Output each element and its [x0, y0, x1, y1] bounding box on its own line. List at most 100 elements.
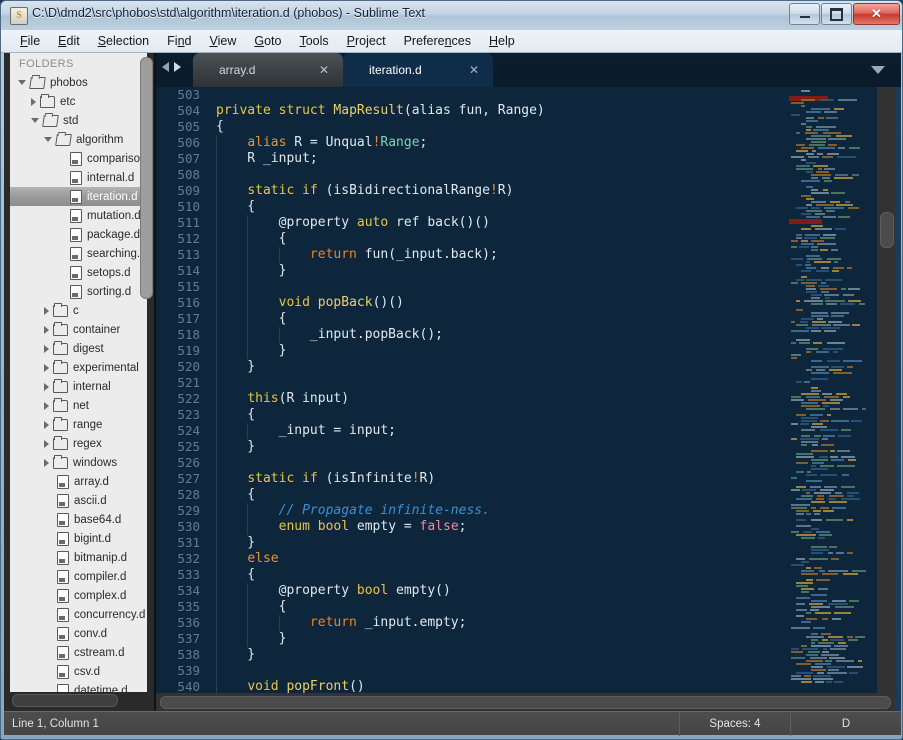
menu-item-goto[interactable]: Goto	[245, 32, 290, 50]
chevron-right-icon[interactable]	[44, 325, 49, 334]
minimap-line	[789, 243, 871, 245]
tree-file-row[interactable]: concurrency.d	[10, 605, 147, 624]
chevron-right-icon[interactable]	[31, 97, 36, 106]
minimap-token	[801, 240, 809, 242]
chevron-right-icon[interactable]	[44, 382, 49, 391]
minimap-token	[796, 597, 810, 599]
tree-folder-row[interactable]: internal	[10, 377, 147, 396]
menu-item-view[interactable]: View	[200, 32, 245, 50]
tree-folder-row[interactable]: c	[10, 301, 147, 320]
tree-folder-row[interactable]: regex	[10, 434, 147, 453]
file-icon	[57, 683, 69, 692]
tree-file-row[interactable]: complex.d	[10, 586, 147, 605]
tree-folder-row[interactable]: algorithm	[10, 130, 147, 149]
tree-file-row[interactable]: setops.d	[10, 263, 147, 282]
tree-folder-row[interactable]: net	[10, 396, 147, 415]
tree-folder-row[interactable]: experimental	[10, 358, 147, 377]
tab-prev-icon[interactable]	[162, 62, 169, 72]
minimap-token	[791, 102, 805, 104]
tree-file-row[interactable]: mutation.d	[10, 206, 147, 225]
tree-file-row[interactable]: ascii.d	[10, 491, 147, 510]
line-number: 523	[177, 407, 200, 422]
sidebar-horizontal-scrollbar[interactable]	[12, 694, 118, 707]
editor-tab[interactable]: array.d ✕	[193, 53, 343, 87]
tree-file-row[interactable]: searching.d	[10, 244, 147, 263]
tab-close-icon[interactable]: ✕	[469, 64, 479, 76]
chevron-down-icon[interactable]	[31, 118, 39, 123]
editor-vertical-scrollbar-thumb[interactable]	[880, 212, 894, 248]
editor-horizontal-scrollbar[interactable]	[156, 693, 895, 711]
tree-item-label: c	[73, 304, 79, 317]
editor-vertical-scrollbar[interactable]	[877, 87, 895, 693]
menu-item-tools[interactable]: Tools	[290, 32, 337, 50]
tree-folder-row[interactable]: container	[10, 320, 147, 339]
tree-folder-row[interactable]: phobos	[10, 73, 147, 92]
minimap-token	[791, 627, 811, 629]
minimap-line	[789, 201, 871, 203]
tree-folder-row[interactable]: etc	[10, 92, 147, 111]
tree-folder-row[interactable]: windows	[10, 453, 147, 472]
close-button[interactable]: ✕	[853, 3, 900, 25]
minimap-token	[841, 486, 855, 488]
tree-file-row[interactable]: iteration.d	[10, 187, 147, 206]
minimap-token	[796, 582, 813, 584]
tab-close-icon[interactable]: ✕	[319, 64, 329, 76]
chevron-right-icon[interactable]	[44, 401, 49, 410]
tree-file-row[interactable]: conv.d	[10, 624, 147, 643]
minimap[interactable]	[789, 87, 871, 693]
tree-file-row[interactable]: sorting.d	[10, 282, 147, 301]
minimap-line	[789, 462, 871, 464]
minimap-token	[801, 591, 809, 593]
tree-file-row[interactable]: csv.d	[10, 662, 147, 681]
menu-item-selection[interactable]: Selection	[89, 32, 158, 50]
tree-file-row[interactable]: comparison.d	[10, 149, 147, 168]
tree-file-row[interactable]: bigint.d	[10, 529, 147, 548]
syntax-status[interactable]: D	[790, 711, 901, 736]
minimap-token	[806, 120, 818, 122]
minimap-token	[806, 153, 814, 155]
minimap-token	[836, 393, 847, 395]
minimap-line	[789, 309, 871, 311]
minimap-token	[827, 552, 834, 554]
chevron-down-icon[interactable]	[871, 66, 885, 74]
code-text: _input = input;	[216, 423, 397, 438]
minimap-token	[806, 204, 812, 206]
tree-file-row[interactable]: compiler.d	[10, 567, 147, 586]
minimap-token	[806, 138, 826, 140]
tree-file-row[interactable]: cstream.d	[10, 643, 147, 662]
tab-next-icon[interactable]	[174, 62, 181, 72]
chevron-right-icon[interactable]	[44, 458, 49, 467]
minimap-line	[789, 438, 871, 440]
menu-item-find[interactable]: Find	[158, 32, 200, 50]
tree-folder-row[interactable]: range	[10, 415, 147, 434]
minimap-token	[791, 114, 801, 116]
chevron-right-icon[interactable]	[44, 306, 49, 315]
tree-file-row[interactable]: bitmanip.d	[10, 548, 147, 567]
tree-file-row[interactable]: package.d	[10, 225, 147, 244]
menu-item-file[interactable]: File	[11, 32, 49, 50]
tree-folder-row[interactable]: digest	[10, 339, 147, 358]
minimize-button[interactable]	[789, 3, 820, 25]
chevron-down-icon[interactable]	[44, 137, 52, 142]
tree-file-row[interactable]: datetime.d	[10, 681, 147, 692]
menu-item-edit[interactable]: Edit	[49, 32, 89, 50]
maximize-button[interactable]	[821, 3, 852, 25]
tree-file-row[interactable]: base64.d	[10, 510, 147, 529]
chevron-right-icon[interactable]	[44, 439, 49, 448]
minimap-token	[796, 510, 809, 512]
editor-tab[interactable]: iteration.d ✕	[343, 53, 493, 87]
indentation-status[interactable]: Spaces: 4	[679, 711, 790, 736]
menu-item-help[interactable]: Help	[480, 32, 524, 50]
chevron-right-icon[interactable]	[44, 344, 49, 353]
tree-folder-row[interactable]: std	[10, 111, 147, 130]
editor-horizontal-scrollbar-thumb[interactable]	[160, 696, 891, 709]
tree-file-row[interactable]: array.d	[10, 472, 147, 491]
chevron-right-icon[interactable]	[44, 420, 49, 429]
chevron-right-icon[interactable]	[44, 363, 49, 372]
tree-file-row[interactable]: internal.d	[10, 168, 147, 187]
file-icon	[57, 531, 69, 546]
menu-item-preferences[interactable]: Preferences	[395, 32, 480, 50]
chevron-down-icon[interactable]	[18, 80, 26, 85]
menu-item-project[interactable]: Project	[338, 32, 395, 50]
sidebar-vertical-scrollbar[interactable]	[140, 57, 153, 299]
